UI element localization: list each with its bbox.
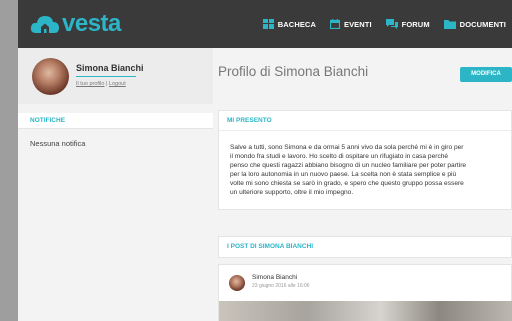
presentation-line: penso che questi ragazzi abbiano bisogno…: [230, 161, 467, 169]
profile-links: Il tuo profilo | Logout: [76, 81, 126, 87]
avatar[interactable]: [229, 275, 245, 291]
calendar-icon: [329, 19, 340, 29]
cloud-house-icon: [30, 16, 59, 33]
profile-name: Simona Bianchi: [76, 63, 144, 73]
edit-profile-button[interactable]: MODIFICA: [460, 67, 512, 82]
vesta-logo[interactable]: vesta: [30, 8, 121, 40]
nav-label: FORUM: [401, 19, 430, 29]
nav-forum[interactable]: FORUM: [385, 19, 430, 29]
nav-bacheca[interactable]: BACHECA: [262, 19, 316, 29]
nav-label: EVENTI: [343, 19, 372, 29]
chat-icon: [385, 19, 398, 29]
app-window: vesta BACHECA EVENTI FORUM DOCUMENTI Sim…: [18, 0, 512, 321]
top-bar: vesta BACHECA EVENTI FORUM DOCUMENTI: [18, 0, 512, 48]
presentation-line: il mondo fra studi e lavoro. Ho scelto d…: [230, 152, 449, 160]
posts-header: I POST DI SIMONA BIANCHI: [218, 236, 512, 258]
nav-label: BACHECA: [277, 19, 316, 29]
brand-name: vesta: [62, 10, 121, 37]
nav-label: DOCUMENTI: [459, 19, 506, 29]
notifications-header: NOTIFICHE: [18, 113, 213, 129]
presentation-body: Salve a tutti, sono Simona e da ormai 5 …: [219, 133, 511, 209]
profile-link[interactable]: Il tuo profilo: [76, 81, 104, 87]
folder-icon: [443, 20, 456, 29]
profile-card: Simona Bianchi Il tuo profilo | Logout: [18, 48, 213, 104]
logout-link[interactable]: Logout: [109, 81, 126, 87]
presentation-title: MI PRESENTO: [227, 117, 272, 124]
presentation-line: volte mi sono chiesta se sarò in grado, …: [230, 179, 464, 187]
divider: [76, 76, 136, 77]
post-image[interactable]: [219, 301, 512, 321]
notifications-panel: Nessuna notifica: [18, 130, 213, 321]
post-date: 23 giugno 2016 alle 16:06: [252, 283, 310, 289]
presentation-card: MI PRESENTO Salve a tutti, sono Simona e…: [218, 110, 512, 210]
presentation-text: Salve a tutti, sono Simona e da ormai 5 …: [230, 144, 512, 197]
presentation-line: un ulteriore supporto, oltre il mio impe…: [230, 188, 354, 196]
presentation-line: per la loro autonomia in un nuovo paese.…: [230, 170, 457, 178]
post-author[interactable]: Simona Bianchi: [252, 274, 297, 281]
notifications-empty-text: Nessuna notifica: [30, 139, 86, 148]
board-icon: [262, 19, 274, 29]
notifications-title: NOTIFICHE: [30, 117, 66, 124]
avatar[interactable]: [32, 58, 69, 95]
posts-title: I POST DI SIMONA BIANCHI: [227, 243, 314, 250]
post-item[interactable]: Simona Bianchi 23 giugno 2016 alle 16:06: [218, 264, 512, 321]
nav-eventi[interactable]: EVENTI: [329, 19, 372, 29]
link-separator: |: [105, 81, 108, 87]
posts-section: I POST DI SIMONA BIANCHI Simona Bianchi …: [218, 236, 512, 321]
main-nav: BACHECA EVENTI FORUM DOCUMENTI: [249, 0, 506, 48]
page-title: Profilo di Simona Bianchi: [218, 64, 369, 79]
presentation-header: MI PRESENTO: [219, 111, 511, 131]
presentation-line: Salve a tutti, sono Simona e da ormai 5 …: [230, 144, 464, 151]
nav-documenti[interactable]: DOCUMENTI: [443, 19, 506, 29]
